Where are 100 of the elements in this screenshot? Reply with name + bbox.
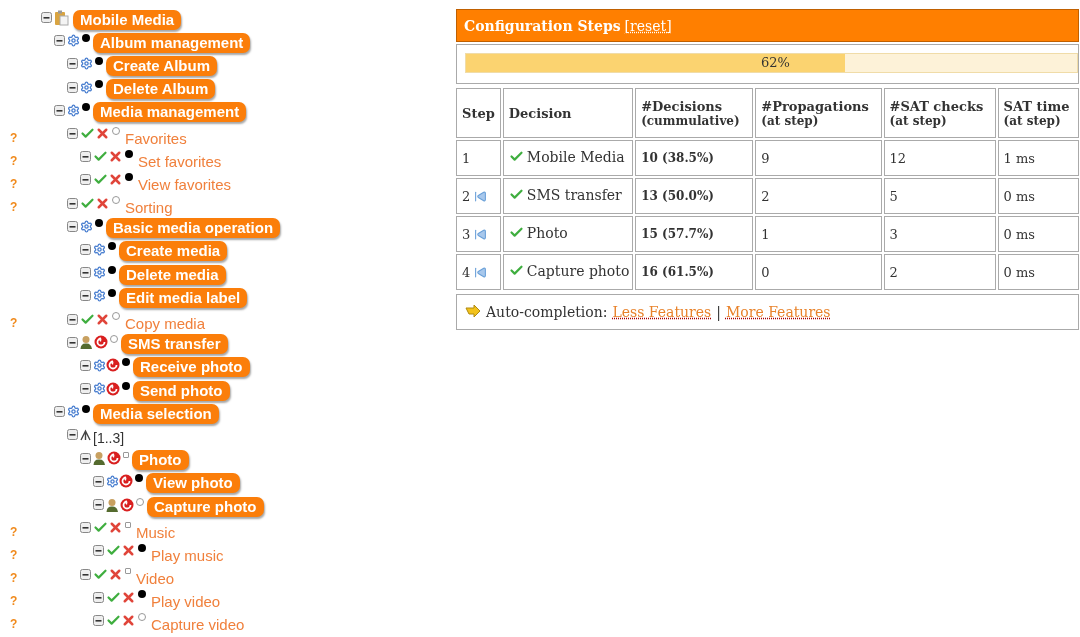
undecided-mark: ? — [10, 200, 18, 215]
feature-label[interactable]: Album management — [93, 32, 251, 53]
user-icon — [80, 335, 94, 350]
collapse-icon[interactable] — [80, 267, 91, 279]
collapse-icon[interactable] — [67, 220, 78, 232]
gear-icon — [80, 80, 93, 94]
undo-icon[interactable] — [474, 265, 488, 279]
collapse-icon[interactable] — [67, 58, 78, 70]
undo-icon[interactable] — [474, 227, 488, 241]
feature-label[interactable]: Capture video — [151, 616, 245, 634]
undecided-mark: ? — [10, 571, 18, 586]
feature-label[interactable]: Copy media — [125, 315, 206, 333]
progress-text: 62% — [761, 55, 790, 70]
feature-label[interactable]: Send photo — [133, 380, 230, 401]
collapse-icon[interactable] — [93, 591, 104, 603]
table-cell: 1 — [755, 216, 882, 252]
collapse-icon[interactable] — [67, 197, 78, 209]
clipboard-icon — [54, 9, 69, 26]
cross-icon[interactable] — [121, 543, 136, 559]
feature-label[interactable]: Video — [136, 570, 175, 588]
feature-label[interactable]: Favorites — [125, 129, 187, 147]
gear-icon — [93, 289, 106, 303]
collapse-icon[interactable] — [93, 499, 104, 511]
collapse-icon[interactable] — [93, 614, 104, 626]
column-header: #Propagations (at step) — [755, 88, 882, 138]
cross-icon[interactable] — [108, 149, 123, 165]
column-header: SAT time (at step) — [997, 88, 1079, 138]
fork-icon — [80, 428, 91, 441]
table-cell: 9 — [755, 140, 882, 176]
cross-icon[interactable] — [108, 520, 123, 536]
undecided-mark: ? — [10, 594, 18, 609]
panel-title: Configuration Steps — [464, 17, 621, 34]
reset-link[interactable]: [reset] — [624, 17, 672, 34]
collapse-icon[interactable] — [67, 128, 78, 140]
feature-label[interactable]: Play music — [151, 546, 224, 564]
feature-label[interactable]: Media selection — [93, 403, 219, 424]
group-cardinality: [1..3] — [93, 429, 125, 446]
feature-label[interactable]: Create Album — [106, 55, 217, 76]
decision-text: Photo — [526, 224, 568, 241]
feature-label[interactable]: Edit media label — [119, 287, 248, 308]
column-header: Step — [456, 88, 501, 138]
undo-icon[interactable] — [474, 189, 488, 203]
collapse-icon[interactable] — [54, 35, 65, 47]
collapse-icon[interactable] — [67, 336, 78, 348]
collapse-icon[interactable] — [80, 359, 91, 371]
step-number: 4 — [462, 264, 471, 280]
cross-icon[interactable] — [95, 195, 110, 211]
column-header: #Decisions (cummulative) — [635, 88, 754, 138]
more-features-link[interactable]: More Features — [725, 304, 831, 320]
feature-label[interactable]: Receive photo — [133, 357, 250, 378]
collapse-icon[interactable] — [80, 452, 91, 464]
collapse-icon[interactable] — [80, 243, 91, 255]
feature-label[interactable]: SMS transfer — [121, 334, 228, 355]
feature-label[interactable]: Create media — [119, 241, 228, 262]
collapse-icon[interactable] — [80, 522, 91, 534]
table-cell: 0 — [755, 254, 882, 290]
user-icon — [93, 451, 107, 466]
arrow-icon — [465, 305, 481, 319]
feature-label[interactable]: Mobile Media — [73, 9, 182, 30]
column-header: Decision — [502, 88, 634, 138]
feature-label[interactable]: Capture photo — [147, 496, 264, 517]
feature-label[interactable]: Photo — [132, 450, 189, 471]
decision-text: Capture photo — [526, 262, 630, 279]
collapse-icon[interactable] — [80, 151, 91, 163]
collapse-icon[interactable] — [67, 313, 78, 325]
collapse-icon[interactable] — [41, 12, 52, 24]
collapse-icon[interactable] — [67, 429, 78, 441]
less-features-link[interactable]: Less Features — [612, 304, 712, 320]
feature-label[interactable]: Delete Album — [106, 79, 216, 100]
collapse-icon[interactable] — [54, 406, 65, 418]
undecided-mark: ? — [10, 316, 18, 331]
cross-icon[interactable] — [121, 612, 136, 628]
collapse-icon[interactable] — [80, 290, 91, 302]
feature-label[interactable]: View photo — [146, 473, 240, 494]
undecided-mark: ? — [10, 617, 18, 632]
feature-label[interactable]: View favorites — [138, 175, 232, 193]
collapse-icon[interactable] — [80, 383, 91, 395]
collapse-icon[interactable] — [80, 568, 91, 580]
feature-label[interactable]: Delete media — [119, 264, 226, 285]
feature-label[interactable]: Sorting — [125, 199, 173, 217]
cross-icon[interactable] — [95, 311, 110, 327]
decision-text: SMS transfer — [526, 186, 622, 203]
table-cell: 2 — [755, 178, 882, 214]
feature-label[interactable]: Play video — [151, 593, 221, 611]
cross-icon[interactable] — [121, 589, 136, 605]
cross-icon[interactable] — [108, 172, 123, 188]
collapse-icon[interactable] — [67, 81, 78, 93]
undecided-mark: ? — [10, 153, 18, 168]
collapse-icon[interactable] — [80, 174, 91, 186]
feature-label[interactable]: Music — [136, 523, 176, 541]
collapse-icon[interactable] — [93, 545, 104, 557]
column-header: #SAT checks (at step) — [883, 88, 996, 138]
feature-label[interactable]: Set favorites — [138, 152, 222, 170]
feature-label[interactable]: Media management — [93, 102, 247, 123]
feature-label[interactable]: Basic media operation — [106, 218, 281, 239]
cross-icon[interactable] — [95, 126, 110, 142]
step-number: 3 — [462, 226, 471, 242]
collapse-icon[interactable] — [93, 475, 104, 487]
collapse-icon[interactable] — [54, 104, 65, 116]
cross-icon[interactable] — [108, 566, 123, 582]
